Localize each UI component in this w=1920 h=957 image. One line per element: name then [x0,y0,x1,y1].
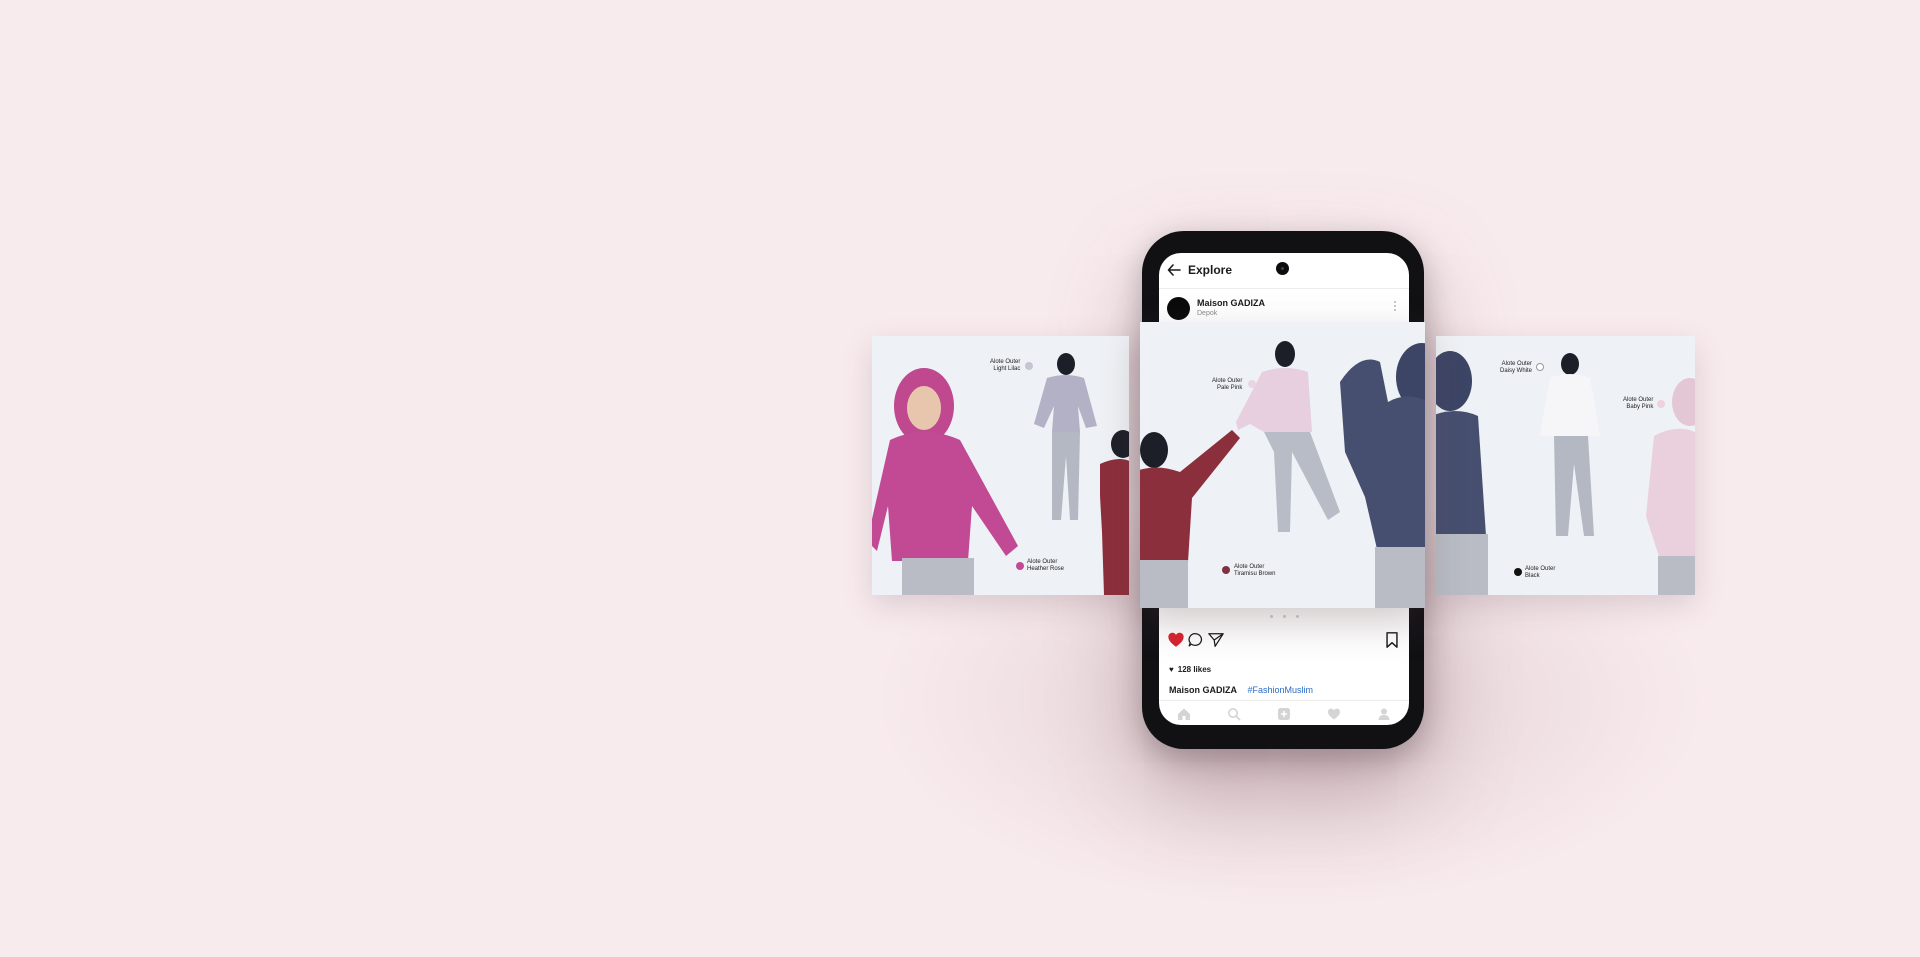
add-icon[interactable] [1277,707,1291,721]
product-tag: Alote Outer Light Lilac [990,359,1020,373]
comment-icon[interactable] [1187,631,1205,649]
color-swatch [1025,362,1033,370]
heart-icon: ♥ [1169,665,1174,674]
color-swatch [1657,400,1665,408]
account-name[interactable]: Maison GADIZA [1197,298,1265,308]
post-header: Maison GADIZA Depok [1159,289,1409,325]
tag-line: Alote Outer [1027,559,1058,565]
tag-variant: Light Lilac [993,366,1021,372]
product-photo-left[interactable]: Alote Outer Light Lilac Alote Outer Heat… [872,336,1129,595]
model-illustration [1140,322,1425,608]
tag-line: Alote Outer [1623,397,1654,403]
profile-icon[interactable] [1377,707,1391,721]
product-tag: Alote Outer Pale Pink [1212,378,1242,392]
tag-variant: Heather Rose [1027,566,1065,572]
carousel-dot [1282,615,1286,618]
bottom-navigation [1159,700,1409,725]
hashtag-link[interactable]: #FashionMuslim [1248,685,1314,695]
front-camera [1276,262,1289,275]
caption-username[interactable]: Maison GADIZA [1169,685,1237,695]
send-icon[interactable] [1207,631,1225,649]
tag-line: Alote Outer [990,359,1021,365]
tag-variant: Daisy White [1500,368,1533,374]
activity-heart-icon[interactable] [1327,707,1341,721]
post-actions [1159,627,1409,651]
tag-line: Alote Outer [1525,566,1556,572]
avatar[interactable] [1167,297,1190,320]
carousel-dot [1295,615,1299,618]
post-caption: Maison GADIZA #FashionMuslim [1169,685,1313,695]
product-photo-main[interactable]: Alote Outer Pale Pink Alote Outer Tirami… [1140,322,1425,608]
tag-variant: Pale Pink [1217,385,1243,391]
carousel-indicator [1159,615,1409,621]
model-illustration [1436,336,1695,595]
tag-variant: Black [1525,573,1540,579]
color-swatch [1248,380,1256,388]
tag-variant: Baby Pink [1626,404,1654,410]
color-swatch [1536,363,1544,371]
color-swatch [1016,562,1024,570]
tag-line: Alote Outer [1212,378,1243,384]
likes-text: 128 likes [1177,665,1212,674]
heart-icon[interactable] [1167,631,1185,649]
likes-count[interactable]: ♥ 128 likes [1169,665,1211,674]
home-icon[interactable] [1177,707,1191,721]
tag-line: Alote Outer [1501,361,1533,367]
product-tag: Alote Outer Heather Rose [1027,559,1064,573]
color-swatch [1222,566,1230,574]
product-tag: Alote Outer Daisy White [1500,361,1532,375]
model-illustration [872,336,1129,595]
page-title: Explore [1188,263,1233,277]
carousel-dot [1269,615,1273,618]
product-tag: Alote Outer Baby Pink [1623,397,1653,411]
product-tag: Alote Outer Black [1525,566,1555,580]
account-location[interactable]: Depok [1197,310,1217,317]
product-photo-right[interactable]: Alote Outer Daisy White Alote Outer Baby… [1436,336,1695,595]
bookmark-icon[interactable] [1383,631,1401,649]
tag-line: Alote Outer [1234,564,1265,570]
search-icon[interactable] [1227,707,1241,721]
tag-variant: Tiramisu Brown [1234,571,1276,577]
more-vertical-icon[interactable] [1394,301,1397,313]
product-tag: Alote Outer Tiramisu Brown [1234,564,1275,578]
arrow-left-icon[interactable] [1167,263,1181,277]
color-swatch [1514,568,1522,576]
